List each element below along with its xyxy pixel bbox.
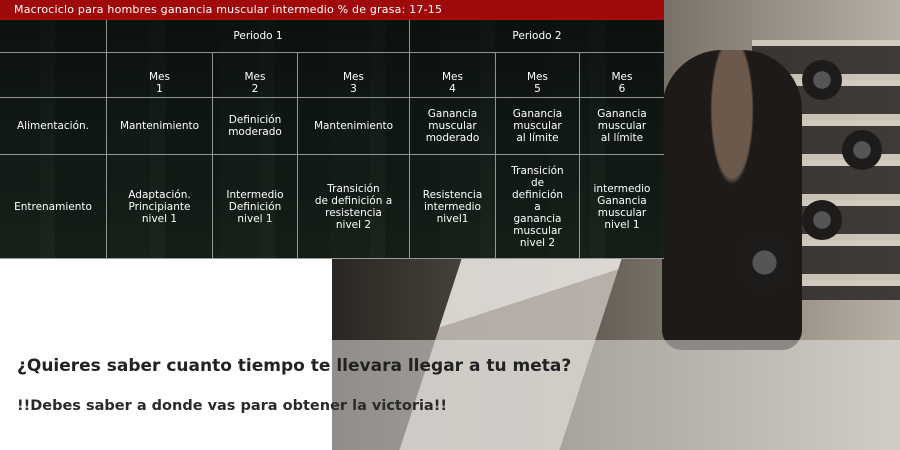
table-cell: Resistencia intermedio nivel1: [410, 155, 496, 259]
dumbbell-icon: [802, 200, 842, 240]
table-cell: Ganancia muscular al límite: [580, 98, 664, 155]
table-corner: [0, 20, 107, 53]
table-cell: Ganancia muscular al límite: [496, 98, 580, 155]
month-header: Mes 2: [213, 53, 298, 98]
macrocycle-table: Periodo 1 Periodo 2 Mes 1 Mes 2 Mes 3 Me…: [0, 20, 664, 259]
page-title: Macrociclo para hombres ganancia muscula…: [0, 0, 664, 20]
question-heading: ¿Quieres saber cuanto tiempo te llevara …: [17, 356, 572, 376]
table-cell: Ganancia muscular moderado: [410, 98, 496, 155]
month-header: Mes 5: [496, 53, 580, 98]
dumbbell-icon: [842, 130, 882, 170]
month-header: Mes 6: [580, 53, 664, 98]
table-cell: Transición de definición a ganancia musc…: [496, 155, 580, 259]
table-cell: intermedio Ganancia muscular nivel 1: [580, 155, 664, 259]
table-row-label: Entrenamiento: [0, 155, 107, 259]
period-header: Periodo 2: [410, 20, 664, 53]
period-header: Periodo 1: [107, 20, 410, 53]
dumbbell-icon: [737, 235, 792, 290]
table-cell: Mantenimiento: [107, 98, 213, 155]
month-header: Mes 3: [298, 53, 410, 98]
dumbbell-icon: [802, 60, 842, 100]
table-row-label: Alimentación.: [0, 98, 107, 155]
athlete-figure: [662, 50, 802, 350]
table-cell: Intermedio Definición nivel 1: [213, 155, 298, 259]
table-cell: Transición de definición a resistencia n…: [298, 155, 410, 259]
table-cell: Adaptación. Principiante nivel 1: [107, 155, 213, 259]
month-header: Mes 1: [107, 53, 213, 98]
table-row-label: [0, 53, 107, 98]
month-header: Mes 4: [410, 53, 496, 98]
slogan-text: !!Debes saber a donde vas para obtener l…: [17, 398, 447, 414]
table-cell: Definición moderado: [213, 98, 298, 155]
table-cell: Mantenimiento: [298, 98, 410, 155]
